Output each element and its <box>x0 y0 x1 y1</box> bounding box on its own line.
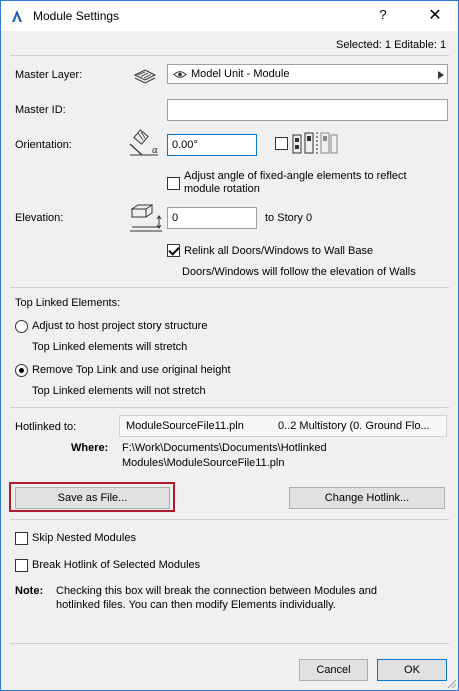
resize-grip-icon[interactable] <box>445 677 457 689</box>
save-as-file-button[interactable]: Save as File... <box>15 487 170 509</box>
master-layer-value: Model Unit - Module <box>191 68 290 80</box>
remove-top-link-radio[interactable] <box>15 364 28 377</box>
skip-nested-checkbox[interactable] <box>15 532 28 545</box>
hotlink-info-box: ModuleSourceFile11.pln 0..2 Multistory (… <box>119 415 447 437</box>
ok-button[interactable]: OK <box>377 659 447 681</box>
adjust-story-radio[interactable] <box>15 320 28 333</box>
window-title: Module Settings <box>33 9 120 23</box>
where-path-line1: F:\Work\Documents\Documents\Hotlinked <box>122 442 327 454</box>
adjust-story-label: Adjust to host project story structure <box>32 320 208 332</box>
divider <box>10 519 449 520</box>
hotlink-story: 0..2 Multistory (0. Ground Flo... <box>278 420 430 432</box>
note-line2: hotlinked files. You can then modify Ele… <box>56 599 336 611</box>
title-bar: Module Settings ? ✕ <box>1 1 458 31</box>
break-hotlink-label: Break Hotlink of Selected Modules <box>32 559 201 571</box>
where-path-line2: Modules\ModuleSourceFile11.pln <box>122 457 285 469</box>
orientation-angle-icon: α <box>129 129 158 156</box>
divider <box>10 287 449 288</box>
adjust-angle-label: Adjust angle of fixed-angle elements to … <box>184 170 407 195</box>
master-id-label: Master ID: <box>15 104 66 116</box>
note-line1: Checking this box will break the connect… <box>56 585 378 597</box>
where-label: Where: <box>71 442 109 454</box>
hotlinked-to-label: Hotlinked to: <box>15 421 77 433</box>
master-layer-label: Master Layer: <box>15 69 83 81</box>
note-label: Note: <box>15 585 44 597</box>
orientation-input[interactable]: 0.00° <box>167 134 257 156</box>
remove-top-link-note: Top Linked elements will not stretch <box>32 385 206 397</box>
close-button[interactable]: ✕ <box>421 5 449 27</box>
cancel-button[interactable]: Cancel <box>299 659 368 681</box>
orientation-label: Orientation: <box>15 139 72 151</box>
help-button[interactable]: ? <box>373 7 393 25</box>
elevation-icon <box>130 204 162 232</box>
layer-icon <box>133 69 157 84</box>
svg-text:α: α <box>152 146 158 156</box>
master-layer-dropdown[interactable]: Model Unit - Module <box>167 64 448 84</box>
selection-count: Selected: 1 Editable: 1 <box>336 39 447 51</box>
mirror-checkbox[interactable] <box>275 137 288 150</box>
elevation-input[interactable]: 0 <box>167 207 257 229</box>
doors-windows-note: Doors/Windows will follow the elevation … <box>182 266 416 278</box>
adjust-story-note: Top Linked elements will stretch <box>32 341 188 353</box>
chevron-right-icon <box>438 71 444 79</box>
mirror-module-icon <box>292 132 338 156</box>
master-id-input[interactable] <box>167 99 448 121</box>
elevation-label: Elevation: <box>15 212 64 224</box>
break-hotlink-checkbox[interactable] <box>15 559 28 572</box>
relink-doors-checkbox[interactable] <box>167 244 180 257</box>
divider <box>10 643 449 644</box>
eye-icon <box>173 71 187 78</box>
skip-nested-label: Skip Nested Modules <box>32 532 136 544</box>
hotlink-file-name: ModuleSourceFile11.pln <box>126 420 244 432</box>
module-settings-dialog: Module Settings ? ✕ Selected: 1 Editable… <box>0 0 459 691</box>
divider <box>10 407 449 408</box>
archicad-app-icon <box>12 10 22 22</box>
adjust-angle-checkbox[interactable] <box>167 177 180 190</box>
divider <box>10 55 449 56</box>
remove-top-link-label: Remove Top Link and use original height <box>32 364 231 376</box>
relink-doors-label: Relink all Doors/Windows to Wall Base <box>184 245 374 257</box>
story-label: to Story 0 <box>265 212 313 224</box>
change-hotlink-button[interactable]: Change Hotlink... <box>289 487 445 509</box>
top-linked-heading: Top Linked Elements: <box>15 297 121 309</box>
